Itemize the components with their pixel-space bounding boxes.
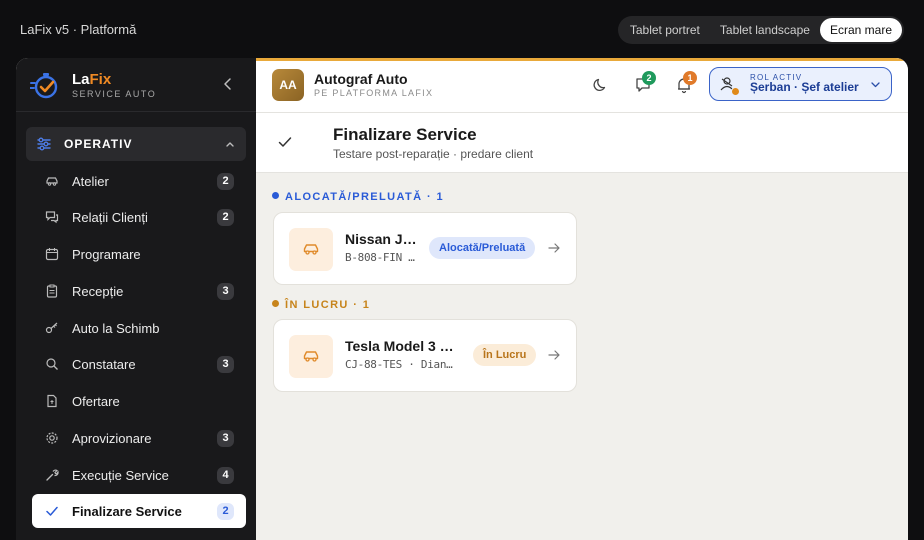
notifications-count-badge: 1 <box>683 71 697 85</box>
sidebar-item-label: Atelier <box>72 174 109 189</box>
page-subtitle: Testare post-reparație · predare client <box>333 147 534 161</box>
sidebar-item-label: Ofertare <box>72 394 120 409</box>
section-dot <box>272 300 279 307</box>
viewport-tablet-portrait[interactable]: Tablet portret <box>620 18 710 42</box>
vehicle-name: Nissan Juke <box>345 231 421 247</box>
calendar-icon <box>45 248 59 261</box>
vehicle-plate: CJ-88-TES · Diana Pop <box>345 358 459 371</box>
count-badge: 3 <box>217 356 234 373</box>
role-value: Șerban · Șef atelier <box>750 80 859 94</box>
role-selector[interactable]: ROL ACTIV Șerban · Șef atelier <box>709 67 892 101</box>
wrench-icon <box>46 469 59 481</box>
stopwatch-logo-icon <box>30 73 58 99</box>
document-icon <box>47 394 57 408</box>
section-label-alocata: ALOCATĂ/PRELUATĂ · 1 <box>272 191 444 203</box>
viewport-large-screen[interactable]: Ecran mare <box>819 18 902 42</box>
org-name: Autograf Auto <box>314 71 408 87</box>
vehicle-plate: B-808-FIN · Andrei <box>345 251 421 264</box>
main-content: AA Autograf Auto PE PLATFORMA LAFIX 2 1 <box>256 58 908 540</box>
viewport-switch: Tablet portret Tablet landscape Ecran ma… <box>617 16 904 44</box>
viewport-tablet-landscape[interactable]: Tablet landscape <box>710 18 820 42</box>
count-badge: 2 <box>217 503 234 520</box>
page-header: Finalizare Service Testare post-reparați… <box>256 113 908 173</box>
app-title: LaFix v5 · Platformă <box>20 22 137 37</box>
sidebar-item-atelier[interactable]: Atelier 2 <box>32 164 246 198</box>
sidebar-item-auto-la-schimb[interactable]: Auto la Schimb <box>32 311 246 345</box>
count-badge: 3 <box>217 283 234 300</box>
sliders-icon <box>37 137 51 151</box>
sidebar-item-executie-service[interactable]: Execuție Service 4 <box>32 458 246 492</box>
sidebar-item-ofertare[interactable]: Ofertare <box>32 384 246 418</box>
section-dot <box>272 192 279 199</box>
sidebar-item-aprovizionare[interactable]: Aprovizionare 3 <box>32 421 246 455</box>
sidebar-item-receptie[interactable]: Recepție 3 <box>32 274 246 308</box>
arrow-right-icon <box>548 243 560 253</box>
key-icon <box>45 322 58 334</box>
arrow-right-icon <box>548 350 560 360</box>
brand: LaFix SERVICE AUTO <box>16 58 256 112</box>
chat-icon <box>45 211 59 224</box>
sidebar-item-constatare[interactable]: Constatare 3 <box>32 347 246 381</box>
count-badge: 2 <box>217 209 234 226</box>
sidebar-item-label: Auto la Schimb <box>72 321 160 336</box>
page-title: Finalizare Service <box>333 125 477 144</box>
app-topbar: LaFix v5 · Platformă Tablet portret Tabl… <box>0 0 924 58</box>
sidebar-item-finalizare-service[interactable]: Finalizare Service 2 <box>32 494 246 528</box>
status-badge: Alocată/Preluată <box>429 237 536 259</box>
brand-subtitle: SERVICE AUTO <box>72 89 157 99</box>
chevron-down-icon <box>871 82 880 88</box>
org-subtitle: PE PLATFORMA LAFIX <box>314 88 434 98</box>
sidebar-item-label: Programare <box>72 247 141 262</box>
vehicle-card[interactable]: Nissan Juke B-808-FIN · Andrei Alocată/P… <box>273 212 577 285</box>
sidebar-item-programare[interactable]: Programare <box>32 237 246 271</box>
search-icon <box>46 358 58 370</box>
gear-icon <box>46 432 58 444</box>
check-icon <box>278 137 292 147</box>
header: AA Autograf Auto PE PLATFORMA LAFIX 2 1 <box>256 58 908 113</box>
count-badge: 3 <box>217 430 234 447</box>
sidebar: LaFix SERVICE AUTO OPERATIV Atelier 2 Re… <box>16 58 256 540</box>
status-dot <box>731 87 740 96</box>
chevron-up-icon <box>226 142 234 147</box>
vehicle-name: Tesla Model 3 Long Range <box>345 338 459 354</box>
count-badge: 4 <box>217 467 234 484</box>
collapse-sidebar-icon[interactable] <box>220 76 236 92</box>
status-badge: În Lucru <box>473 344 537 366</box>
sidebar-item-label: Constatare <box>72 357 136 372</box>
messages-count-badge: 2 <box>642 71 656 85</box>
sidebar-item-label: Finalizare Service <box>72 504 182 519</box>
car-icon <box>46 177 58 186</box>
sidebar-item-label: Recepție <box>72 284 124 299</box>
count-badge: 2 <box>217 173 234 190</box>
nav-group-label: OPERATIV <box>64 137 133 151</box>
org-avatar: AA <box>272 69 304 101</box>
check-icon <box>46 506 58 516</box>
sidebar-item-label: Aprovizionare <box>72 431 152 446</box>
car-icon <box>289 228 333 271</box>
vehicle-card[interactable]: Tesla Model 3 Long Range CJ-88-TES · Dia… <box>273 319 577 392</box>
app-frame: LaFix SERVICE AUTO OPERATIV Atelier 2 Re… <box>16 58 908 540</box>
car-icon <box>289 335 333 378</box>
brand-name: LaFix <box>72 71 112 88</box>
sidebar-item-label: Execuție Service <box>72 468 169 483</box>
clipboard-icon <box>46 284 58 298</box>
sidebar-item-relatii-clienti[interactable]: Relații Clienți 2 <box>32 200 246 234</box>
sidebar-item-label: Relații Clienți <box>72 210 148 225</box>
nav-group-operativ[interactable]: OPERATIV <box>26 127 246 161</box>
moon-icon[interactable] <box>592 76 610 94</box>
section-label-in-lucru: ÎN LUCRU · 1 <box>272 299 370 311</box>
